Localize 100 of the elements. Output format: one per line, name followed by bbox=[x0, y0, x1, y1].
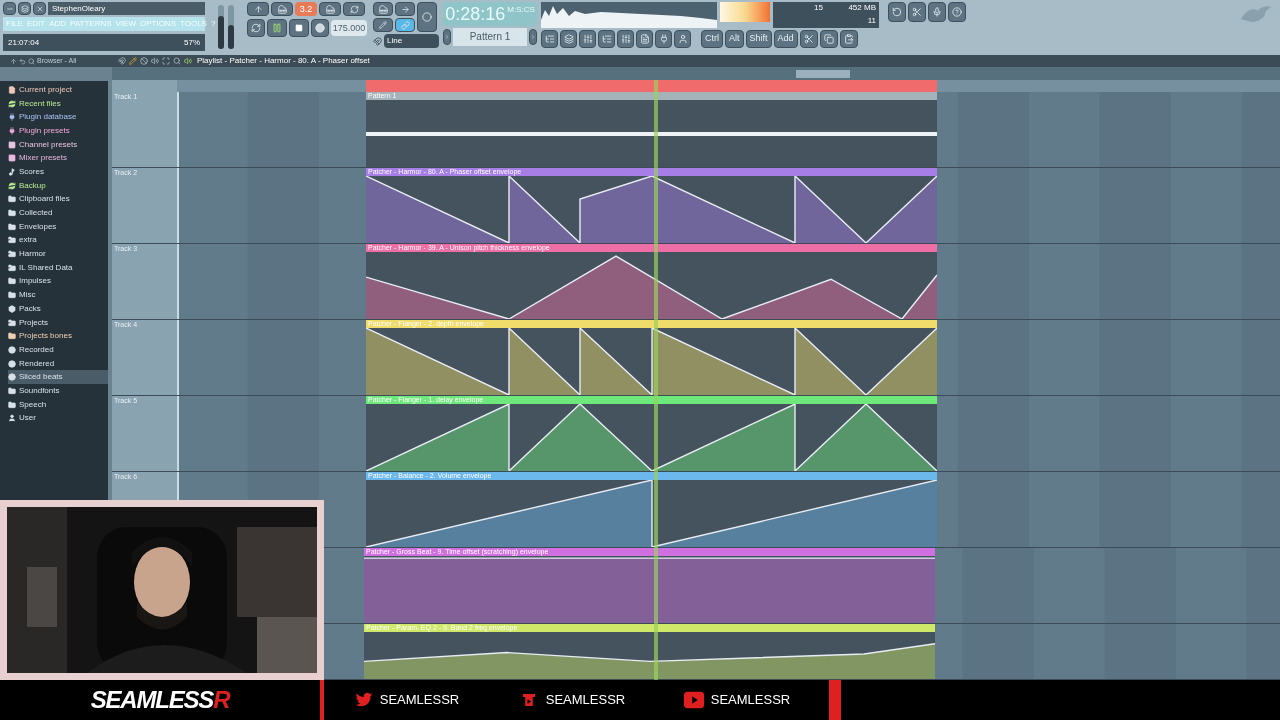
search-icon bbox=[28, 57, 35, 65]
sliders-icon bbox=[620, 34, 631, 44]
browser-item[interactable]: Backup bbox=[8, 178, 108, 193]
browser-item[interactable]: Mixer presets bbox=[8, 151, 108, 166]
browser-item[interactable]: Soundfonts bbox=[8, 384, 108, 398]
window-button[interactable] bbox=[655, 30, 672, 48]
window-button[interactable] bbox=[617, 30, 634, 48]
browser-item[interactable]: Channel presets bbox=[8, 137, 108, 152]
browser-item[interactable]: Projects bones bbox=[8, 329, 108, 344]
accent-bar bbox=[320, 680, 324, 720]
arrow-button[interactable] bbox=[395, 2, 415, 16]
microphone-icon bbox=[932, 7, 942, 17]
browser-item-label: Soundfonts bbox=[19, 384, 60, 397]
link-icon bbox=[400, 20, 410, 30]
wait-button[interactable] bbox=[271, 2, 293, 16]
record-button[interactable] bbox=[311, 19, 329, 37]
time-signature[interactable]: 3.2 bbox=[295, 2, 317, 16]
link-button[interactable] bbox=[395, 18, 415, 32]
social-handle: SEAMLESSR bbox=[379, 691, 460, 710]
metronome-button[interactable] bbox=[247, 2, 269, 16]
piano-button[interactable] bbox=[373, 2, 393, 16]
restore-icon bbox=[20, 4, 29, 13]
playlist-title: Playlist - Patcher - Harmor - 80. A - Phaser offset bbox=[197, 55, 370, 67]
previous-button[interactable] bbox=[443, 29, 451, 45]
browser-item[interactable]: Harmor bbox=[8, 247, 108, 261]
copy-button[interactable] bbox=[819, 30, 838, 48]
chevron-icon bbox=[444, 34, 450, 40]
pause-icon bbox=[272, 23, 282, 33]
restore-button[interactable] bbox=[18, 2, 31, 15]
help-button[interactable] bbox=[948, 2, 966, 22]
vertical-slider[interactable] bbox=[228, 5, 234, 49]
loop-record-button[interactable] bbox=[343, 2, 365, 16]
loop-icon bbox=[251, 23, 261, 33]
browser-item[interactable]: Projects bbox=[8, 315, 108, 330]
browser-item[interactable]: Rendered bbox=[8, 356, 108, 371]
browser-item[interactable]: Collected bbox=[8, 206, 108, 220]
reset-icon bbox=[892, 7, 902, 17]
scrollbar-thumb[interactable] bbox=[796, 69, 850, 78]
loop-button[interactable] bbox=[247, 19, 265, 37]
cut-button[interactable] bbox=[799, 30, 818, 48]
window-button[interactable] bbox=[636, 30, 653, 48]
browser-item[interactable]: Scores bbox=[8, 165, 108, 179]
key-button[interactable]: Shift bbox=[745, 30, 772, 48]
key-button[interactable]: Add bbox=[773, 30, 798, 48]
vertical-slider[interactable] bbox=[218, 5, 224, 49]
browser-item-label: User bbox=[19, 412, 36, 425]
browser-item[interactable]: Clipboard files bbox=[8, 192, 108, 207]
list-icon bbox=[544, 34, 555, 44]
browser-item[interactable]: Recorded bbox=[8, 343, 108, 357]
window-button[interactable] bbox=[674, 30, 691, 48]
browser-item[interactable]: IL Shared Data bbox=[8, 260, 108, 275]
minimize-button[interactable] bbox=[3, 2, 16, 15]
window-button[interactable] bbox=[560, 30, 577, 48]
time-unit: M:S:CS bbox=[507, 4, 535, 16]
browser-item-label: Misc bbox=[19, 289, 36, 302]
arrow-up-icon bbox=[10, 57, 17, 65]
next-button[interactable] bbox=[529, 29, 537, 45]
browser-item-label: Envelopes bbox=[19, 220, 57, 233]
browser-item-label: Mixer presets bbox=[19, 152, 67, 165]
microphone-button[interactable] bbox=[928, 2, 946, 22]
key-button[interactable]: Alt bbox=[725, 30, 744, 48]
key-button[interactable]: Ctrl bbox=[701, 30, 723, 48]
curve-button[interactable] bbox=[373, 18, 393, 32]
browser-item[interactable]: Envelopes bbox=[8, 219, 108, 234]
knob-button[interactable] bbox=[417, 2, 437, 32]
browser-item[interactable]: Packs bbox=[8, 302, 108, 316]
browser-item[interactable]: Misc bbox=[8, 288, 108, 302]
window-button[interactable] bbox=[598, 30, 615, 48]
browser-item-label: Recorded bbox=[19, 343, 54, 356]
browser-item[interactable]: Plugin presets bbox=[8, 124, 108, 138]
browser-item[interactable]: Sliced beats bbox=[8, 370, 108, 385]
window-button[interactable] bbox=[541, 30, 558, 48]
help-icon bbox=[952, 7, 962, 17]
browser-item[interactable]: Current project bbox=[8, 83, 108, 97]
paste-icon bbox=[843, 34, 854, 44]
snap-dropdown[interactable]: Line bbox=[384, 34, 439, 48]
close-button[interactable] bbox=[33, 2, 46, 15]
pencil-icon bbox=[129, 57, 137, 65]
browser-item[interactable]: extra bbox=[8, 233, 108, 248]
pattern-selector[interactable]: Pattern 1 bbox=[453, 28, 527, 46]
browser-item[interactable]: Impulses bbox=[8, 274, 108, 289]
slider-fill[interactable] bbox=[218, 16, 224, 49]
pause-button[interactable] bbox=[267, 19, 287, 37]
reset-button[interactable] bbox=[888, 2, 906, 22]
paste-button[interactable] bbox=[839, 30, 858, 48]
browser-item[interactable]: Recent files bbox=[8, 96, 108, 111]
browser-item-label: extra bbox=[19, 234, 37, 247]
tempo-field[interactable]: 175.000 bbox=[331, 20, 367, 36]
window-button[interactable] bbox=[579, 30, 596, 48]
overdub-button[interactable] bbox=[319, 2, 341, 16]
arrow-up-icon bbox=[253, 4, 263, 14]
slider-fill[interactable] bbox=[228, 24, 234, 49]
bird-icon bbox=[353, 691, 374, 709]
browser-item[interactable]: User bbox=[8, 411, 108, 426]
level-gradient bbox=[720, 2, 770, 22]
browser-item[interactable]: Plugin database bbox=[8, 110, 108, 125]
stop-button[interactable] bbox=[289, 19, 309, 37]
sliders-icon bbox=[582, 34, 593, 44]
browser-item[interactable]: Speech bbox=[8, 397, 108, 412]
cut-tool-button[interactable] bbox=[908, 2, 926, 22]
